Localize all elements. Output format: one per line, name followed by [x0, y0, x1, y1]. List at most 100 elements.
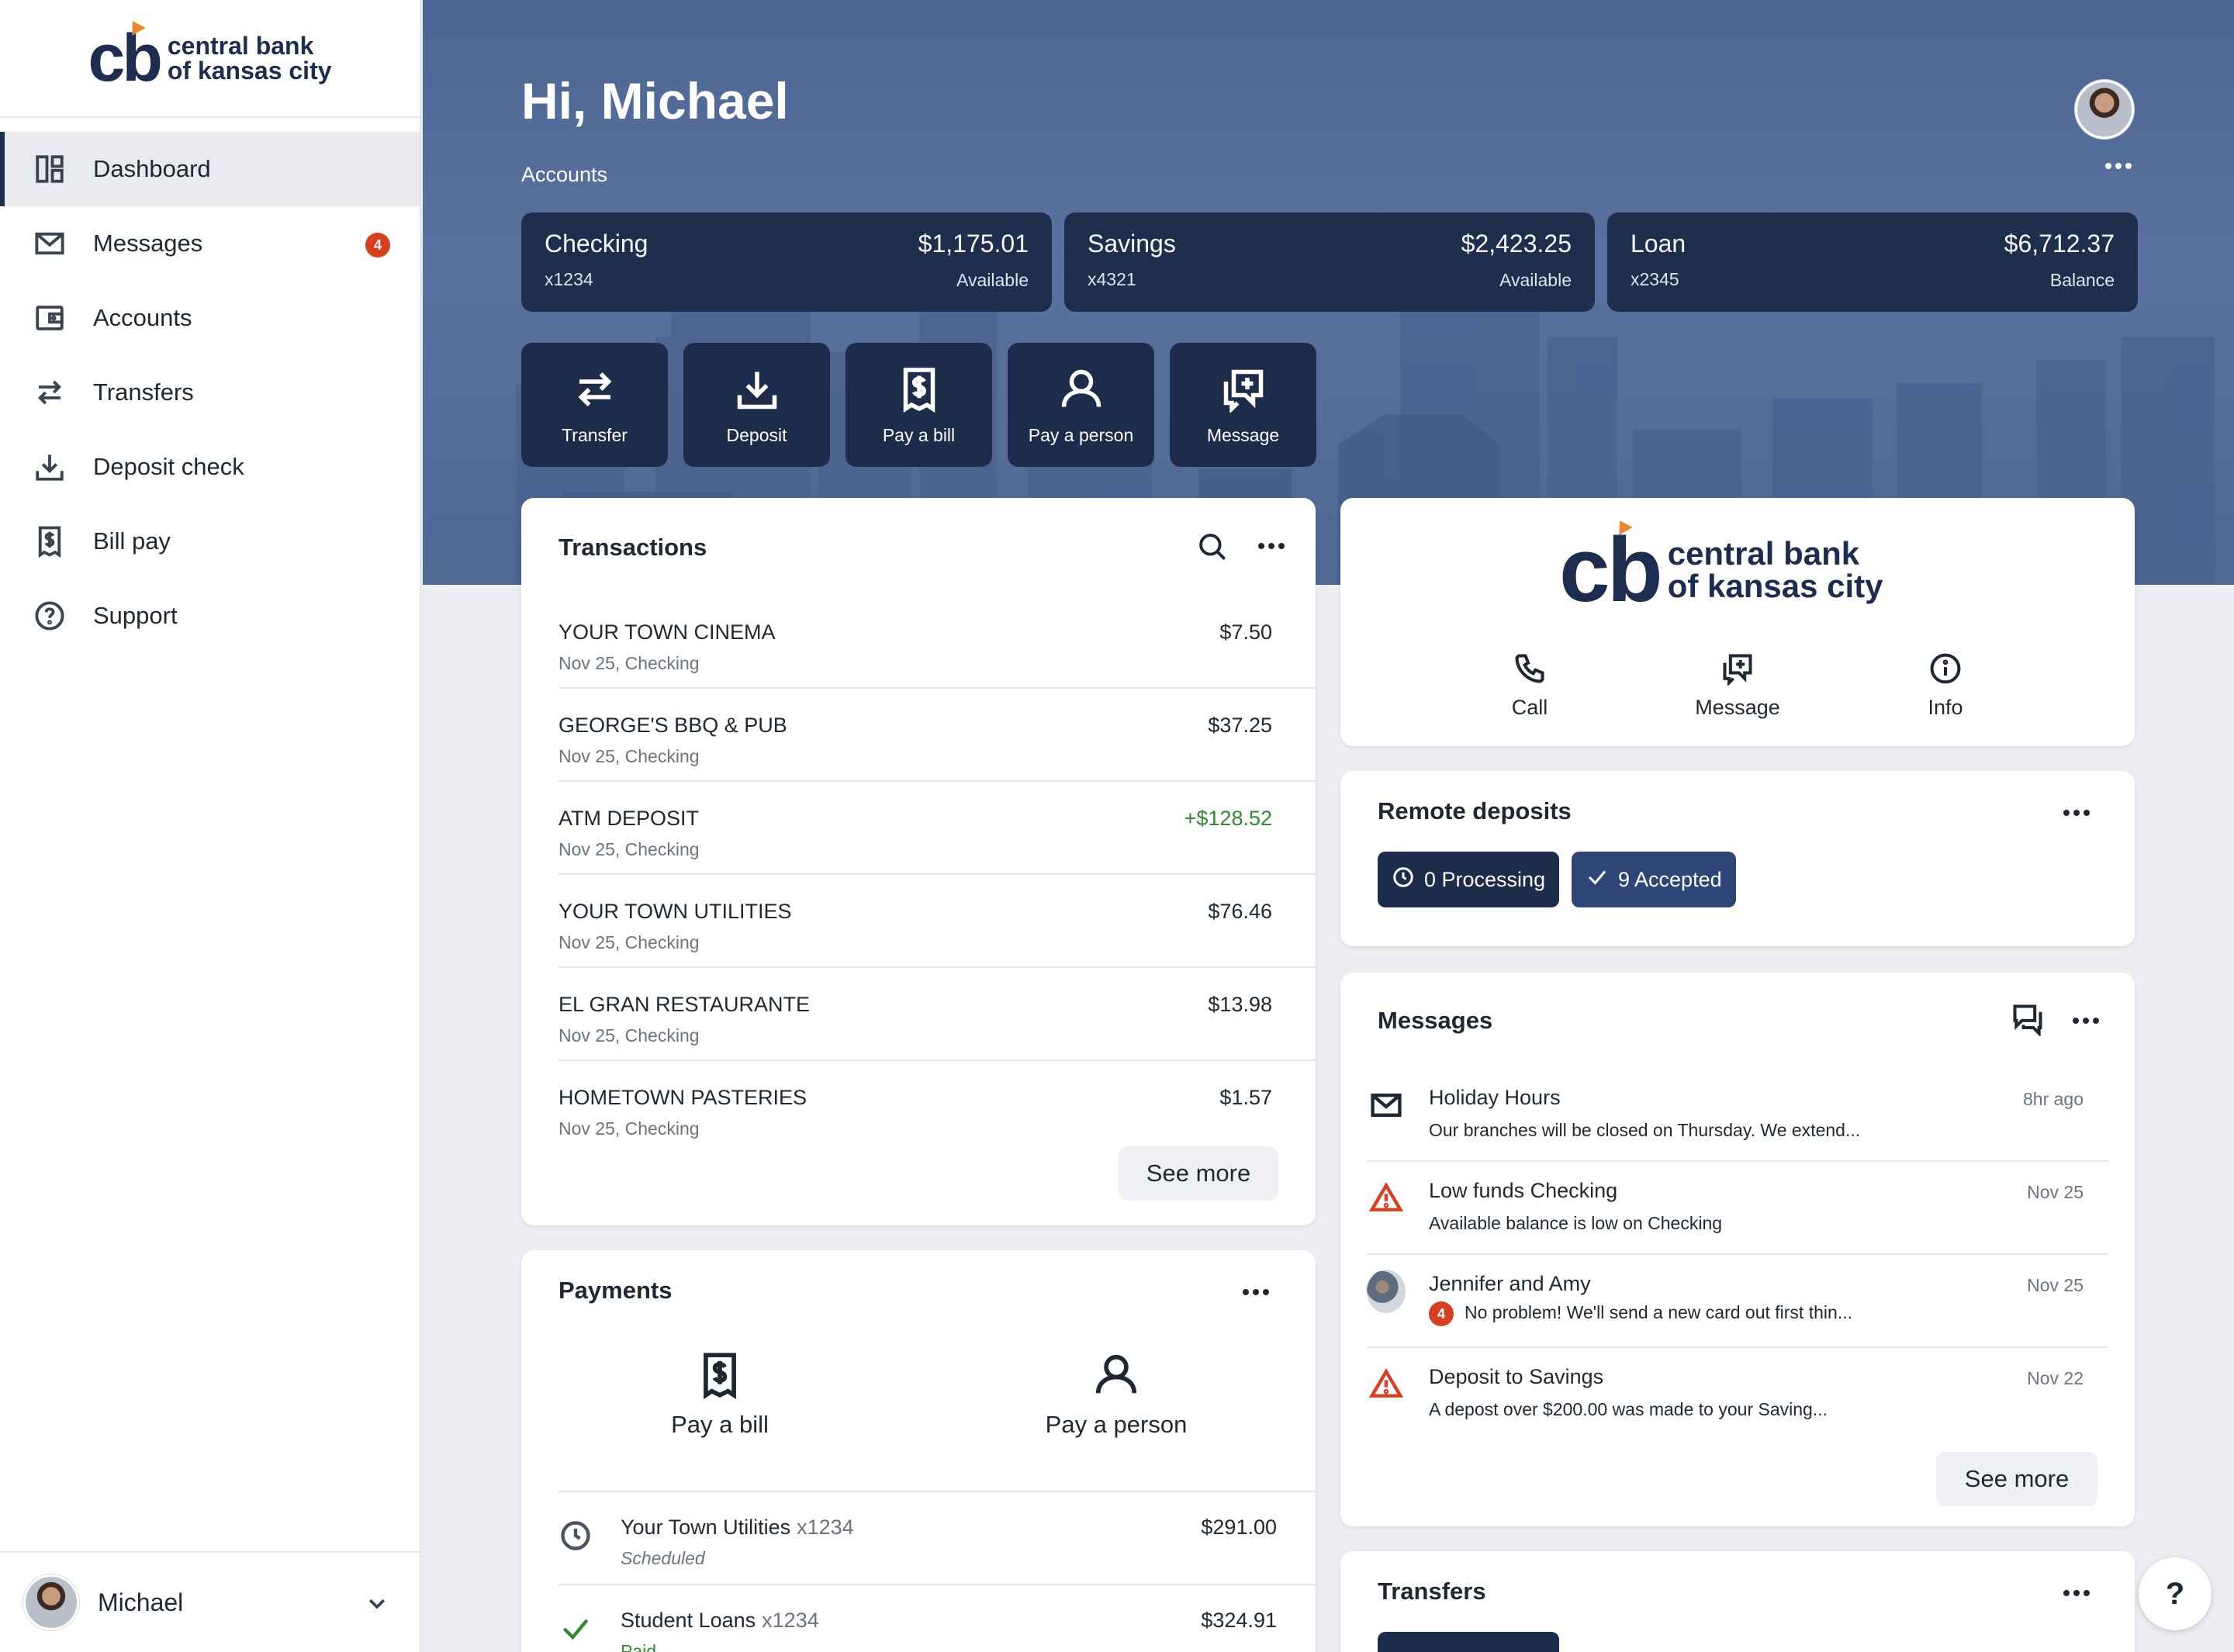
transfer-action-button[interactable]: Transfer: [521, 343, 668, 467]
action-label: Message: [1695, 696, 1780, 719]
sidebar-item-label: Messages: [93, 230, 203, 257]
conversation-icon[interactable]: [2011, 1002, 2045, 1040]
message-title: Deposit to Savings: [1429, 1365, 1604, 1388]
message-date: Nov 25: [2027, 1182, 2084, 1202]
list-item[interactable]: Holiday Hours Our branches will be close…: [1367, 1069, 2108, 1162]
sidebar-item-messages[interactable]: Messages 4: [0, 206, 420, 281]
transactions-list: YOUR TOWN CINEMA Nov 25, Checking $7.50 …: [558, 596, 1316, 1154]
messages-more-button[interactable]: [2073, 1018, 2099, 1024]
avatar: [23, 1574, 79, 1630]
messages-card: Messages Holiday Hours Our branches will…: [1340, 973, 2135, 1526]
bank-contact-card: cb central bank of kansas city Call Mess…: [1340, 498, 2135, 746]
check-icon: [558, 1612, 593, 1646]
list-item[interactable]: GEORGE'S BBQ & PUB Nov 25, Checking $37.…: [558, 689, 1316, 782]
message-title: Jennifer and Amy: [1429, 1272, 1591, 1295]
logo-words: central bank of kansas city: [1668, 537, 1883, 603]
payment-status: Scheduled: [621, 1548, 705, 1568]
payments-card: Payments Pay a bill Pay a person Your To…: [521, 1250, 1316, 1652]
envelope-icon: [33, 226, 67, 261]
pay-person-option[interactable]: Pay a person: [1000, 1351, 1233, 1439]
list-item[interactable]: Deposit to Savings A depost over $200.00…: [1367, 1348, 2108, 1441]
payment-row[interactable]: Your Town Utilities x1234 Scheduled $291.…: [558, 1491, 1316, 1584]
see-more-button[interactable]: See more: [1119, 1146, 1278, 1201]
search-icon[interactable]: [1196, 531, 1229, 567]
quick-actions: Transfer Deposit Pay a bill Pay a person…: [521, 343, 1316, 467]
list-item[interactable]: HOMETOWN PASTERIES Nov 25, Checking $1.5…: [558, 1061, 1316, 1154]
list-item[interactable]: EL GRAN RESTAURANTE Nov 25, Checking $13…: [558, 968, 1316, 1061]
processing-filter-chip[interactable]: 0 Processing: [1378, 852, 1560, 907]
avatar[interactable]: [2075, 80, 2134, 139]
sidebar-item-deposit-check[interactable]: Deposit check: [0, 430, 420, 504]
transaction-meta: Nov 25, Checking: [558, 932, 700, 952]
pay-bill-action-button[interactable]: Pay a bill: [846, 343, 992, 467]
account-number: x2345: [1631, 269, 1679, 289]
deposit-action-button[interactable]: Deposit: [683, 343, 830, 467]
message-date: 8hr ago: [2022, 1089, 2084, 1109]
payment-row[interactable]: Student Loans x1234 Paid $324.91: [558, 1584, 1316, 1652]
call-button[interactable]: Call: [1452, 651, 1607, 720]
transaction-meta: Nov 25, Checking: [558, 839, 700, 859]
download-tray-icon: [33, 450, 67, 484]
option-label: Pay a bill: [671, 1411, 769, 1438]
sidebar-logo[interactable]: cb central bank of kansas city: [0, 0, 420, 118]
info-button[interactable]: Info: [1868, 651, 2023, 720]
help-button[interactable]: ?: [2139, 1557, 2212, 1630]
user-name: Michael: [98, 1588, 184, 1616]
transfer-arrows-icon: [33, 375, 67, 410]
group-avatar: [1367, 1270, 1406, 1313]
sidebar-item-accounts[interactable]: Accounts: [0, 281, 420, 355]
list-item[interactable]: YOUR TOWN UTILITIES Nov 25, Checking $76…: [558, 875, 1316, 968]
sidebar-item-bill-pay[interactable]: Bill pay: [0, 504, 420, 579]
transfers-more-button[interactable]: [2063, 1590, 2090, 1596]
action-label: Pay a bill: [882, 425, 956, 445]
check-icon: [1586, 866, 1618, 894]
sidebar-item-support[interactable]: Support: [0, 579, 420, 653]
accepted-filter-chip[interactable]: 9 Accepted: [1572, 852, 1736, 907]
info-icon: [1928, 653, 1963, 689]
chevron-down-icon[interactable]: [365, 1592, 389, 1619]
list-item[interactable]: ATM DEPOSIT Nov 25, Checking +$128.52: [558, 782, 1316, 875]
logo-mark: cb: [88, 17, 163, 92]
account-cards: Checking x1234 $1,175.01 Available Savin…: [521, 213, 2138, 312]
message-button[interactable]: Message: [1660, 651, 1815, 720]
account-card-checking[interactable]: Checking x1234 $1,175.01 Available: [521, 213, 1052, 312]
transaction-amount: $13.98: [1208, 993, 1272, 1016]
transaction-name: HOMETOWN PASTERIES: [558, 1086, 807, 1109]
message-date: Nov 25: [2027, 1275, 2084, 1295]
message-action-button[interactable]: Message: [1170, 343, 1316, 467]
sidebar-item-label: Accounts: [93, 304, 192, 331]
pay-person-action-button[interactable]: Pay a person: [1008, 343, 1154, 467]
chip-label: 9 Accepted: [1618, 867, 1722, 891]
account-balance-type: Available: [956, 270, 1029, 290]
user-menu[interactable]: Michael: [0, 1551, 420, 1652]
transaction-meta: Nov 25, Checking: [558, 1025, 700, 1045]
list-item[interactable]: Jennifer and Amy 4 No problem! We'll send…: [1367, 1255, 2108, 1348]
account-card-loan[interactable]: Loan x2345 $6,712.37 Balance: [1607, 213, 2138, 312]
see-more-button[interactable]: See more: [1936, 1452, 2097, 1506]
accounts-more-button[interactable]: [2105, 163, 2132, 169]
transfers-filter-chip[interactable]: [1378, 1632, 1559, 1652]
account-balance-type: Balance: [2049, 270, 2115, 290]
pay-bill-option[interactable]: Pay a bill: [603, 1351, 836, 1439]
sidebar-item-dashboard[interactable]: Dashboard: [0, 132, 420, 206]
remote-deposits-more-button[interactable]: [2063, 810, 2090, 816]
sidebar: cb central bank of kansas city Dashboard…: [0, 0, 421, 1652]
transaction-meta: Nov 25, Checking: [558, 1118, 700, 1139]
question-circle-icon: [33, 599, 67, 633]
avatar: [1367, 1270, 1406, 1313]
card-title: Transfers: [1378, 1578, 1486, 1605]
sidebar-item-transfers[interactable]: Transfers: [0, 355, 420, 430]
logo-words: central bank of kansas city: [168, 33, 332, 83]
transactions-more-button[interactable]: [1258, 543, 1285, 549]
envelope-icon: [1367, 1086, 1406, 1125]
message-plus-icon: [1219, 365, 1268, 414]
brand-logo[interactable]: cb central bank of kansas city: [88, 17, 332, 92]
message-preview: Available balance is low on Checking: [1429, 1213, 1723, 1233]
account-card-savings[interactable]: Savings x4321 $2,423.25 Available: [1064, 213, 1595, 312]
transaction-amount: $1.57: [1219, 1086, 1272, 1109]
message-date: Nov 22: [2027, 1368, 2084, 1388]
payments-more-button[interactable]: [1243, 1289, 1269, 1295]
list-item[interactable]: YOUR TOWN CINEMA Nov 25, Checking $7.50: [558, 596, 1316, 689]
account-balance: $1,175.01: [918, 230, 1029, 257]
list-item[interactable]: Low funds Checking Available balance is …: [1367, 1162, 2108, 1255]
